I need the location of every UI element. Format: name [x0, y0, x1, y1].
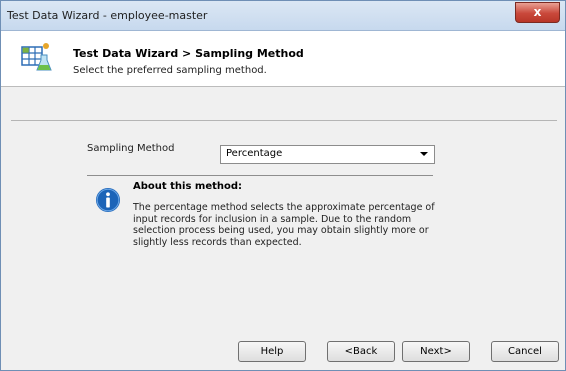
help-button[interactable]: Help [238, 341, 306, 362]
close-icon: x [533, 5, 542, 19]
next-button[interactable]: Next> [402, 341, 470, 362]
page-title: Test Data Wizard > Sampling Method [73, 47, 304, 60]
page-subtitle: Select the preferred sampling method. [73, 65, 267, 76]
button-bar: Help <Back Next> Cancel [1, 341, 565, 370]
wizard-header: Test Data Wizard > Sampling Method Selec… [1, 31, 565, 87]
about-method-title: About this method: [133, 181, 243, 192]
wizard-window: Test Data Wizard - employee-master x Tes… [0, 0, 566, 371]
window-title: Test Data Wizard - employee-master [7, 9, 208, 22]
about-method-description: The percentage method selects the approx… [133, 202, 435, 248]
header-divider [11, 86, 557, 121]
section-divider [87, 175, 433, 176]
chevron-down-icon [420, 152, 428, 156]
wizard-content: Sampling Method Percentage About this me… [1, 121, 565, 370]
wizard-table-flask-icon [21, 43, 52, 71]
sampling-method-label: Sampling Method [87, 143, 175, 154]
cancel-button[interactable]: Cancel [491, 341, 559, 362]
back-button[interactable]: <Back [327, 341, 395, 362]
sampling-method-select[interactable]: Percentage [220, 145, 435, 164]
info-icon [96, 188, 120, 212]
close-button[interactable]: x [515, 2, 560, 23]
title-bar[interactable]: Test Data Wizard - employee-master x [1, 1, 565, 31]
sampling-method-value: Percentage [226, 148, 283, 159]
